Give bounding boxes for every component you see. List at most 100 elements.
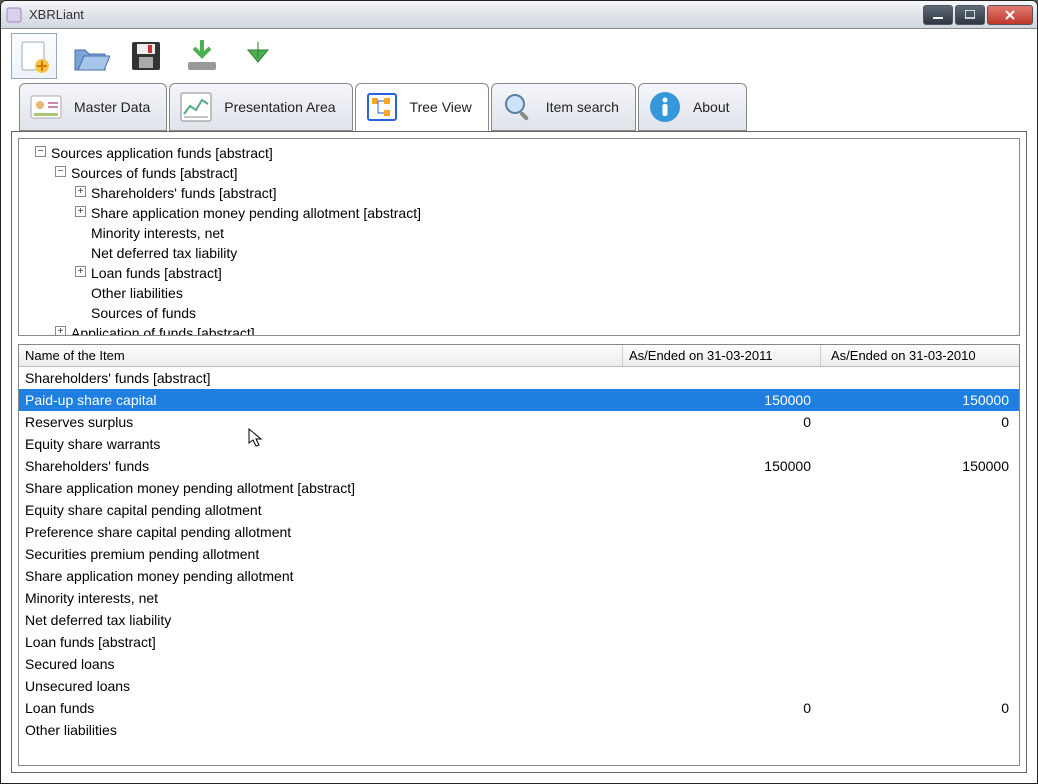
collapse-icon[interactable]: −: [55, 166, 66, 177]
item-name-cell: Equity share capital pending allotment: [19, 502, 623, 518]
table-row[interactable]: Equity share capital pending allotment: [19, 499, 1019, 521]
item-name-cell: Share application money pending allotmen…: [19, 568, 623, 584]
export-button[interactable]: [179, 33, 225, 79]
tree-icon: [364, 89, 400, 125]
table-row[interactable]: Secured loans: [19, 653, 1019, 675]
item-name-cell: Share application money pending allotmen…: [19, 480, 623, 496]
table-row[interactable]: Shareholders' funds150000150000: [19, 455, 1019, 477]
item-name-cell: Paid-up share capital: [19, 392, 623, 408]
col-header-name[interactable]: Name of the Item: [19, 345, 623, 366]
item-name-cell: Equity share warrants: [19, 436, 623, 452]
item-name-cell: Shareholders' funds [abstract]: [19, 370, 623, 386]
table-row[interactable]: Loan funds [abstract]: [19, 631, 1019, 653]
expand-icon[interactable]: +: [75, 206, 86, 217]
item-name-cell: Loan funds: [19, 700, 623, 716]
tree-node[interactable]: Other liabilities: [91, 283, 1019, 303]
expand-icon[interactable]: +: [75, 266, 86, 277]
table-header: Name of the Item As/Ended on 31-03-2011 …: [19, 345, 1019, 367]
table-row[interactable]: Shareholders' funds [abstract]: [19, 367, 1019, 389]
tab-label: About: [693, 99, 730, 115]
table-row[interactable]: Net deferred tax liability: [19, 609, 1019, 631]
id-card-icon: [28, 89, 64, 125]
value-2010-cell: 0: [821, 414, 1019, 430]
tree-node[interactable]: −Sources of funds [abstract] +Shareholde…: [71, 163, 1019, 323]
tree-node[interactable]: +Share application money pending allotme…: [91, 203, 1019, 223]
col-header-2010[interactable]: As/Ended on 31-03-2010: [821, 345, 1019, 366]
tree-node[interactable]: +Application of funds [abstract]: [71, 323, 1019, 336]
item-name-cell: Shareholders' funds: [19, 458, 623, 474]
table-row[interactable]: Other liabilities: [19, 719, 1019, 741]
titlebar[interactable]: XBRLiant: [1, 1, 1037, 29]
collapse-icon[interactable]: −: [35, 146, 46, 157]
table-panel[interactable]: Name of the Item As/Ended on 31-03-2011 …: [18, 344, 1020, 766]
table-row[interactable]: Share application money pending allotmen…: [19, 477, 1019, 499]
toolbar: [1, 29, 1037, 83]
maximize-button[interactable]: [955, 5, 985, 25]
tab-master-data[interactable]: Master Data: [19, 83, 167, 131]
new-document-button[interactable]: [11, 33, 57, 79]
table-body: Shareholders' funds [abstract] Paid-up sh…: [19, 367, 1019, 765]
tab-about[interactable]: About: [638, 83, 747, 131]
open-folder-button[interactable]: [67, 33, 113, 79]
content-area: −Sources application funds [abstract] −S…: [11, 131, 1027, 773]
cursor-icon: [248, 428, 264, 448]
app-icon: [5, 6, 23, 24]
table-row[interactable]: Paid-up share capital150000150000: [19, 389, 1019, 411]
item-name-cell: Reserves surplus: [19, 414, 623, 430]
tree-label: Sources of funds: [91, 305, 196, 321]
tree-node[interactable]: +Loan funds [abstract]: [91, 263, 1019, 283]
save-button[interactable]: [123, 33, 169, 79]
tree-label: Sources of funds [abstract]: [71, 165, 238, 181]
table-row[interactable]: Unsecured loans: [19, 675, 1019, 697]
value-2011-cell: 0: [623, 700, 821, 716]
table-row[interactable]: Securities premium pending allotment: [19, 543, 1019, 565]
app-window: XBRLiant Master Data Presenta: [0, 0, 1038, 784]
tree-node[interactable]: Net deferred tax liability: [91, 243, 1019, 263]
value-2010-cell: 150000: [821, 458, 1019, 474]
item-name-cell: Net deferred tax liability: [19, 612, 623, 628]
tab-tree-view[interactable]: Tree View: [355, 83, 489, 131]
tree-node[interactable]: Minority interests, net: [91, 223, 1019, 243]
value-2011-cell: 150000: [623, 392, 821, 408]
col-header-2011[interactable]: As/Ended on 31-03-2011: [623, 345, 821, 366]
table-row[interactable]: Share application money pending allotmen…: [19, 565, 1019, 587]
tab-label: Tree View: [410, 99, 472, 115]
close-button[interactable]: [987, 5, 1033, 25]
table-row[interactable]: Equity share warrants: [19, 433, 1019, 455]
tree-panel[interactable]: −Sources application funds [abstract] −S…: [18, 138, 1020, 336]
expand-icon[interactable]: +: [55, 326, 66, 336]
download-arrow-button[interactable]: [235, 33, 281, 79]
tree-node[interactable]: +Shareholders' funds [abstract]: [91, 183, 1019, 203]
table-row[interactable]: Preference share capital pending allotme…: [19, 521, 1019, 543]
item-name-cell: Unsecured loans: [19, 678, 623, 694]
tree-label: Application of funds [abstract]: [71, 325, 255, 336]
item-name-cell: Minority interests, net: [19, 590, 623, 606]
tree-node[interactable]: Sources of funds: [91, 303, 1019, 323]
table-row[interactable]: Minority interests, net: [19, 587, 1019, 609]
minimize-button[interactable]: [923, 5, 953, 25]
tab-presentation-area[interactable]: Presentation Area: [169, 83, 352, 131]
item-name-cell: Other liabilities: [19, 722, 623, 738]
search-icon: [500, 89, 536, 125]
item-name-cell: Secured loans: [19, 656, 623, 672]
value-2010-cell: 0: [821, 700, 1019, 716]
tree-node[interactable]: −Sources application funds [abstract] −S…: [51, 143, 1019, 336]
item-name-cell: Loan funds [abstract]: [19, 634, 623, 650]
tree-label: Minority interests, net: [91, 225, 224, 241]
chart-icon: [178, 89, 214, 125]
tree-label: Net deferred tax liability: [91, 245, 237, 261]
item-name-cell: Preference share capital pending allotme…: [19, 524, 623, 540]
expand-icon[interactable]: +: [75, 186, 86, 197]
table-row[interactable]: Reserves surplus00: [19, 411, 1019, 433]
tab-label: Presentation Area: [224, 99, 335, 115]
table-row[interactable]: Loan funds00: [19, 697, 1019, 719]
tree-label: Share application money pending allotmen…: [91, 205, 421, 221]
tree-label: Loan funds [abstract]: [91, 265, 222, 281]
value-2011-cell: 150000: [623, 458, 821, 474]
tree-label: Shareholders' funds [abstract]: [91, 185, 277, 201]
item-name-cell: Securities premium pending allotment: [19, 546, 623, 562]
tab-item-search[interactable]: Item search: [491, 83, 636, 131]
info-icon: [647, 89, 683, 125]
window-title: XBRLiant: [29, 7, 923, 22]
window-controls: [923, 5, 1033, 25]
